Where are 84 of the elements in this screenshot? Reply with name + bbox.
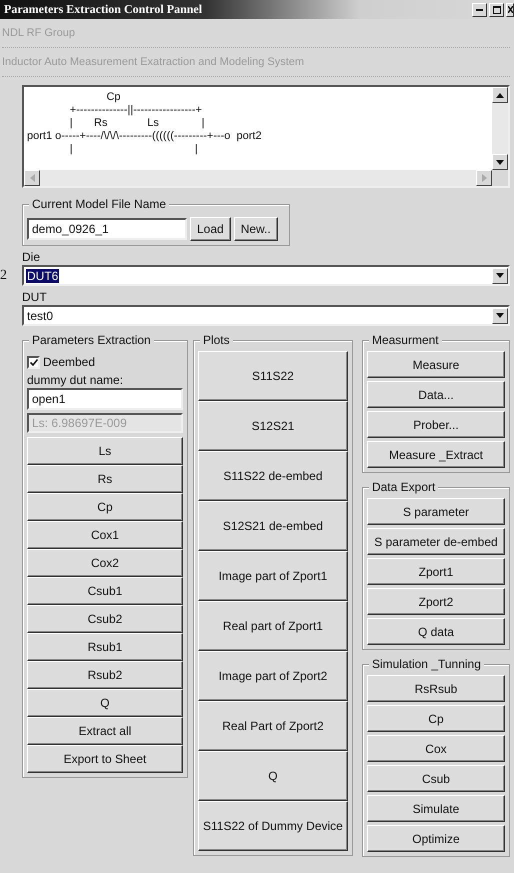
field-label: dummy dut name: [27, 372, 124, 388]
plot-button[interactable]: S12S21 [198, 401, 348, 451]
maximize-button[interactable] [489, 2, 504, 16]
action-button[interactable]: Q data [366, 618, 505, 645]
scroll-left-button[interactable] [24, 170, 40, 186]
vertical-scrollbar[interactable] [492, 87, 508, 170]
action-button[interactable]: S parameter [366, 498, 505, 525]
scroll-right-button[interactable] [476, 170, 492, 186]
combo-label: DUT [22, 289, 48, 305]
extraction-button[interactable]: Cox2 [27, 549, 183, 577]
action-button[interactable]: Prober... [366, 411, 505, 438]
plot-button[interactable]: S11S22 of Dummy Device [198, 801, 348, 851]
action-button[interactable]: Measure _Extract [366, 441, 505, 468]
result-field: Ls: 6.98697E-009 [27, 413, 183, 433]
left-arrow-icon [30, 174, 34, 182]
right-arrow-icon [482, 174, 486, 182]
plot-button[interactable]: S11S22 [198, 351, 348, 401]
minimize-icon [476, 8, 483, 10]
header-text: Inductor Auto Measurement Exatraction and Modeling System [2, 48, 510, 77]
window-title: Parameters Extraction Control Pannel [4, 2, 204, 17]
close-button[interactable] [506, 2, 514, 16]
checkbox-label: Deembed [43, 355, 96, 369]
model-file-field[interactable]: demo_0926_1 [27, 218, 187, 240]
down-arrow-icon [496, 273, 504, 278]
extraction-button[interactable]: Rsub2 [27, 661, 183, 689]
margin-text: 2 [0, 268, 7, 282]
dummy-name-field[interactable]: open1 [27, 388, 183, 410]
dropdown-field[interactable]: test0 [22, 305, 510, 326]
circuit-diagram-text: Cp +--------------||-----------------+ | Rs Ls | port1 o-----+----/\/\/\---------((((((---------+---o port2 | | [26, 90, 263, 157]
extraction-button[interactable]: Extract all [27, 717, 183, 745]
extraction-button[interactable]: Rs [27, 465, 183, 493]
check-icon [30, 358, 38, 366]
dropdown-field[interactable]: DUT6 [22, 265, 510, 286]
minimize-button[interactable] [472, 2, 487, 16]
dropdown-value: test0 [26, 308, 54, 322]
action-button[interactable]: S parameter de-embed [366, 528, 505, 555]
plot-button[interactable]: Real Part of Zport2 [198, 701, 348, 751]
group-title: Parameters Extraction [29, 333, 154, 347]
group-title: Data Export [368, 480, 438, 494]
plot-button[interactable]: Image part of Zport1 [198, 551, 348, 601]
action-button[interactable]: RsRsub [366, 675, 505, 702]
plot-button[interactable]: Real part of Zport1 [198, 601, 348, 651]
extraction-button[interactable]: Rsub1 [27, 633, 183, 661]
action-button[interactable]: Measure [366, 351, 505, 378]
action-button[interactable]: Simulate [366, 795, 505, 822]
group-title: Measurment [368, 333, 442, 347]
extraction-button[interactable]: Ls [27, 437, 183, 465]
action-button[interactable]: Zport1 [366, 558, 505, 585]
combo-label: Die [22, 249, 42, 265]
action-button[interactable]: Zport2 [366, 588, 505, 615]
group-title: Current Model File Name [29, 197, 170, 211]
file-button[interactable]: New.. [234, 217, 278, 241]
extraction-button[interactable]: Q [27, 689, 183, 717]
maximize-icon [492, 6, 500, 14]
extraction-button[interactable]: Csub2 [27, 605, 183, 633]
dropdown-value: DUT6 [26, 268, 60, 282]
horizontal-scrollbar[interactable] [24, 170, 492, 186]
extraction-button[interactable]: Export to Sheet [27, 745, 183, 773]
plot-button[interactable]: S11S22 de-embed [198, 451, 348, 501]
group-title: Simulation _Tunning [368, 657, 484, 671]
plot-button[interactable]: Q [198, 751, 348, 801]
action-button[interactable]: Optimize [366, 825, 505, 852]
down-arrow-icon [496, 160, 504, 164]
action-button[interactable]: Data... [366, 381, 505, 408]
scroll-down-button[interactable] [492, 154, 508, 170]
dropdown-button[interactable] [492, 308, 508, 324]
down-arrow-icon [496, 313, 504, 318]
deembed-checkbox[interactable] [27, 356, 40, 368]
plot-button[interactable]: S12S21 de-embed [198, 501, 348, 551]
extraction-button[interactable]: Csub1 [27, 577, 183, 605]
close-icon [508, 6, 512, 13]
extraction-button[interactable]: Cp [27, 493, 183, 521]
group-title: Plots [200, 333, 233, 347]
header-text: NDL RF Group [2, 19, 510, 48]
action-button[interactable]: Cox [366, 735, 505, 762]
action-button[interactable]: Cp [366, 705, 505, 732]
action-button[interactable]: Csub [366, 765, 505, 792]
scroll-up-button[interactable] [492, 87, 508, 103]
scrollbar-corner [492, 170, 508, 186]
up-arrow-icon [496, 92, 504, 98]
plot-button[interactable]: Image part of Zport2 [198, 651, 348, 701]
dropdown-button[interactable] [492, 268, 508, 284]
file-button[interactable]: Load [190, 217, 231, 241]
extraction-button[interactable]: Cox1 [27, 521, 183, 549]
